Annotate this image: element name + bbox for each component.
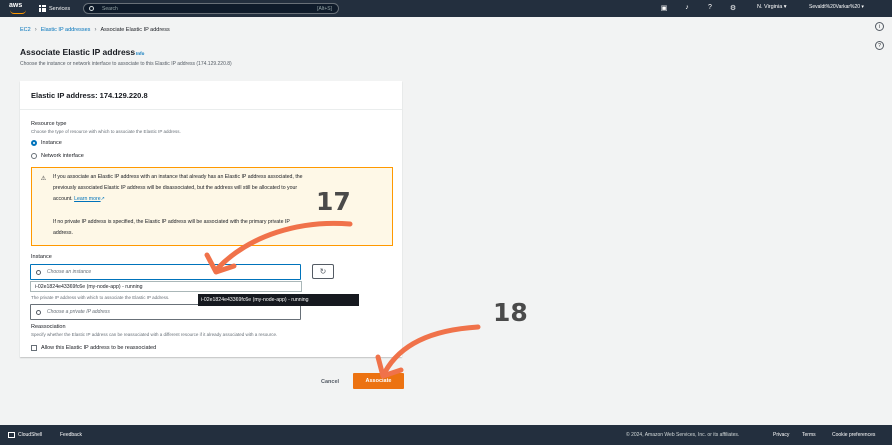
privacy-link[interactable]: Privacy (773, 432, 789, 438)
private-ip-select[interactable]: Choose a private IP address (30, 304, 301, 320)
refresh-button[interactable]: ↻ (312, 264, 334, 279)
instance-tooltip: i-02e1824e43369fc6e (my-node-app) - runn… (198, 294, 359, 306)
search-shortcut-hint: [Alt+S] (317, 6, 332, 12)
cloudshell-icon[interactable]: ▣ (660, 3, 668, 12)
page-title: Associate Elastic IP addressInfo (20, 47, 144, 57)
page-description: Choose the instance or network interface… (20, 61, 232, 67)
search-placeholder: Search (102, 5, 118, 12)
cancel-button[interactable]: Cancel (321, 379, 339, 385)
help-icon[interactable]: ? (706, 3, 714, 12)
divider (20, 109, 402, 110)
learn-more-link[interactable]: Learn more (74, 196, 101, 202)
breadcrumb: EC2 › Elastic IP addresses › Associate E… (20, 27, 170, 33)
resource-type-description: Choose the type of resource with which t… (31, 129, 181, 134)
instance-dropdown-option[interactable]: i-02e1824e43369fc6e (my-node-app) - runn… (30, 281, 302, 292)
cloudshell-icon (8, 432, 15, 438)
alert-account-text: account. (53, 196, 73, 202)
private-ip-description: The private IP address with which to ass… (31, 295, 170, 300)
info-link[interactable]: Info (136, 51, 144, 56)
right-rail: i ? (875, 22, 884, 50)
alert-line-4: If no private IP address is specified, t… (53, 219, 290, 225)
step-17-annotation: 17 (316, 187, 351, 216)
instance-select[interactable]: Choose an instance (30, 264, 301, 280)
resource-type-label: Resource type (31, 121, 67, 127)
services-menu-button[interactable]: Services (39, 3, 70, 14)
search-input[interactable]: Search [Alt+S] (83, 3, 339, 14)
chevron-right-icon: › (94, 27, 97, 33)
radio-network-interface-label[interactable]: Network interface (41, 153, 84, 159)
region-selector[interactable]: N. Virginia ▾ (757, 4, 787, 10)
instance-label: Instance (31, 254, 52, 260)
settings-icon[interactable]: ⚙ (729, 3, 737, 12)
associate-button[interactable]: Associate (353, 373, 404, 389)
account-menu[interactable]: Sevaldt%20Varkar%20 ▾ (809, 4, 864, 10)
aws-logo[interactable]: aws (9, 2, 31, 15)
radio-network-interface[interactable] (31, 153, 37, 159)
cloudshell-button[interactable]: CloudShell (8, 432, 42, 438)
info-panel-icon[interactable]: i (875, 22, 884, 31)
search-icon (36, 269, 41, 275)
reassociation-label: Reassociation (31, 324, 66, 330)
instance-placeholder: Choose an instance (47, 269, 92, 275)
private-ip-placeholder: Choose a private IP address (47, 309, 110, 315)
alert-line-1: If you associate an Elastic IP address w… (53, 174, 303, 180)
chevron-right-icon: › (34, 27, 37, 33)
breadcrumb-current: Associate Elastic IP address (100, 27, 170, 33)
search-icon (89, 6, 94, 11)
breadcrumb-elastic-ip-link[interactable]: Elastic IP addresses (41, 27, 91, 33)
reassociate-checkbox[interactable] (31, 345, 37, 351)
cloudshell-label: CloudShell (18, 432, 43, 438)
warning-icon: ⚠ (40, 176, 47, 182)
refresh-icon: ↻ (319, 267, 327, 276)
copyright-text: © 2024, Amazon Web Services, Inc. or its… (626, 432, 740, 438)
associate-form-card: Elastic IP address: 174.129.220.8 Resour… (20, 81, 402, 357)
radio-instance[interactable] (31, 140, 37, 146)
footer: CloudShell Feedback © 2024, Amazon Web S… (0, 425, 892, 445)
feedback-link[interactable]: Feedback (60, 432, 82, 438)
reassociation-description: Specify whether the Elastic IP address c… (31, 332, 278, 337)
breadcrumb-ec2-link[interactable]: EC2 (20, 27, 31, 33)
search-icon (36, 309, 41, 315)
top-navigation: aws Services Search [Alt+S] ▣ ♪ ? ⚙ N. V… (0, 0, 892, 17)
cookie-preferences-link[interactable]: Cookie preferences (832, 432, 875, 438)
page-title-text: Associate Elastic IP address (20, 47, 136, 57)
terms-link[interactable]: Terms (802, 432, 816, 438)
help-panel-icon[interactable]: ? (875, 41, 884, 50)
step-18-annotation: 18 (493, 298, 528, 327)
aws-logo-text: aws (9, 2, 23, 9)
external-link-icon: ↗ (100, 196, 105, 202)
services-label: Services (49, 5, 71, 12)
aws-smile-icon (10, 10, 26, 14)
grid-icon (39, 5, 46, 12)
bell-icon[interactable]: ♪ (683, 3, 691, 12)
radio-instance-label[interactable]: Instance (41, 140, 62, 146)
alert-line-5: address. (53, 230, 73, 236)
reassociate-checkbox-label[interactable]: Allow this Elastic IP address to be reas… (41, 345, 156, 351)
card-header: Elastic IP address: 174.129.220.8 (31, 91, 148, 100)
